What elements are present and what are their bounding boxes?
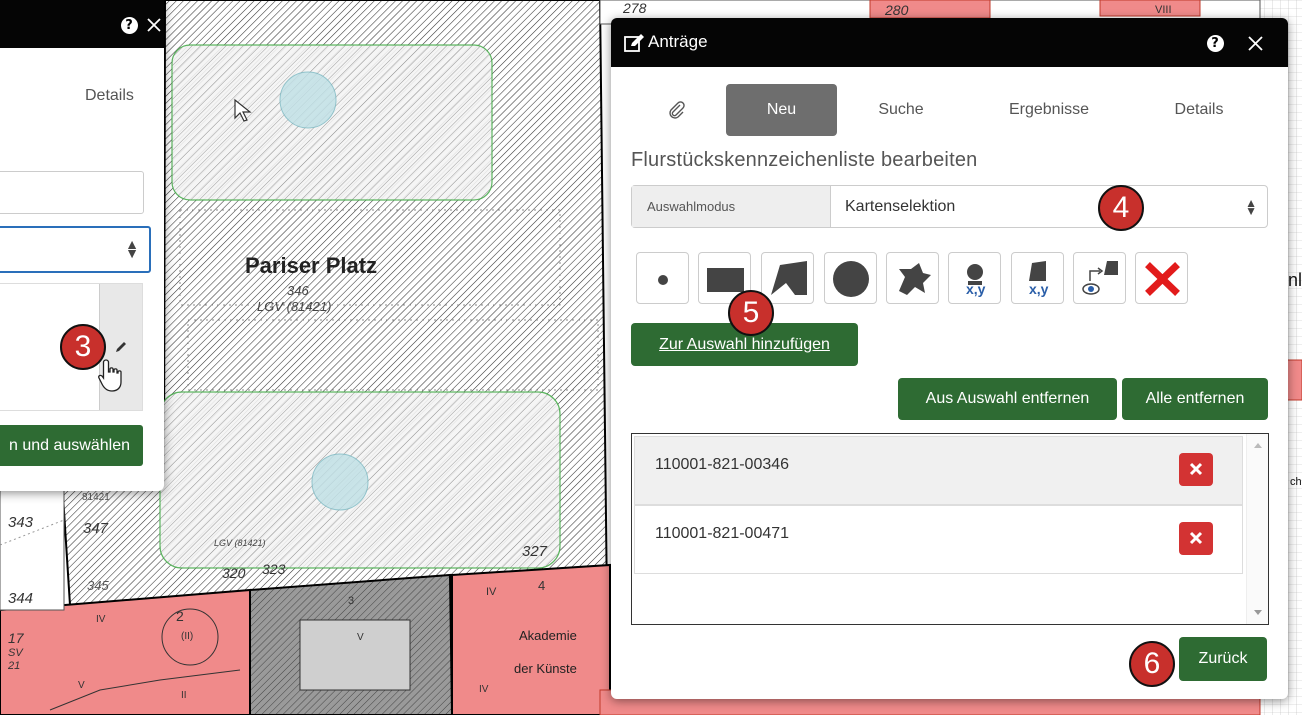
remove-item-button[interactable] (1179, 522, 1213, 555)
scroll-down-icon[interactable] (1254, 610, 1262, 615)
map-label-mark-iv: IV (96, 614, 106, 625)
map-label-viii: VIII (1155, 4, 1172, 16)
remove-icon (1189, 462, 1203, 476)
map-label-343: 343 (8, 514, 34, 531)
paperclip-icon (669, 101, 685, 119)
back-button[interactable]: Zurück (1179, 637, 1267, 681)
selection-mode-select[interactable]: Auswahlmodus Kartenselektion ▲ ▼ (631, 185, 1268, 228)
select-arrows-icon: ▲ ▼ (125, 236, 139, 261)
left-panel: ? Details ▲ ▼ n und auswählen (0, 0, 164, 491)
map-label-mark-v: V (78, 680, 85, 691)
help-icon[interactable]: ? (1203, 31, 1227, 55)
dialog-header: Anträge ? (611, 18, 1288, 67)
tab-suche[interactable]: Suche (861, 84, 941, 136)
tab-ergebnisse[interactable]: Ergebnisse (989, 84, 1109, 136)
selection-mode-value: Kartenselektion (845, 198, 956, 215)
step-marker-6: 6 (1129, 641, 1175, 687)
draw-freehand-button[interactable] (886, 252, 939, 304)
map-label-81421: 81421 (82, 492, 110, 503)
dialog-tabs: Neu Suche Ergebnisse Details (611, 84, 1288, 136)
select-and-choose-button[interactable]: n und auswählen (0, 425, 143, 466)
mouse-pointer-icon (234, 98, 252, 122)
pencil-note-icon (624, 34, 644, 52)
map-label-347: 347 (83, 520, 109, 537)
map-edge-text-sv: SV (8, 647, 23, 659)
view-selection-button[interactable] (1073, 252, 1126, 304)
draw-circle-button[interactable] (824, 252, 877, 304)
tab-details[interactable]: Details (1159, 84, 1239, 136)
selection-mode-label: Auswahlmodus (632, 186, 831, 227)
map-edge-text-nl: nl (1288, 270, 1302, 290)
view-selection-icon (1082, 261, 1118, 295)
map-label-lgv: LGV (81421) (214, 538, 266, 548)
polygon-xy-icon (1029, 261, 1046, 281)
remove-from-selection-button[interactable]: Aus Auswahl entfernen (898, 378, 1117, 420)
map-label-278: 278 (623, 0, 647, 16)
polygon-icon (771, 261, 807, 295)
map-label-building-1: Akademie (519, 628, 577, 643)
tab-attachments[interactable] (651, 84, 703, 136)
map-label-2: 2 (176, 608, 184, 624)
left-select[interactable]: ▲ ▼ (0, 226, 151, 273)
map-edge-text-17: 17 (8, 630, 24, 646)
left-panel-header: ? (0, 0, 164, 48)
clear-selection-button[interactable] (1135, 252, 1188, 304)
scroll-up-icon[interactable] (1254, 443, 1262, 448)
map-label-3: 3 (348, 595, 355, 607)
step-marker-4: 4 (1098, 185, 1144, 231)
map-label-mark-v2: V (357, 632, 364, 643)
map-label-344: 344 (8, 590, 34, 607)
tab-neu[interactable]: Neu (726, 84, 837, 136)
map-label-ref: LGV (81421) (257, 299, 332, 314)
map-label-iv: IV (486, 586, 497, 598)
map-label-building-2: der Künste (514, 661, 577, 676)
clear-selection-icon (1145, 262, 1180, 296)
select-arrows-icon: ▲ ▼ (1245, 196, 1257, 218)
point-icon (658, 275, 668, 285)
list-item[interactable]: 110001-821-00346 (634, 436, 1243, 505)
map-label-4: 4 (538, 578, 546, 593)
point-coordinates-button[interactable]: x,y (948, 252, 1001, 304)
tool-xy-label-2: x,y (1029, 281, 1049, 297)
hand-cursor-icon (98, 359, 122, 392)
draw-polygon-button[interactable] (761, 252, 814, 304)
point-xy-icon (967, 264, 983, 285)
list-item[interactable]: 110001-821-00471 (634, 505, 1243, 574)
tab-details-left[interactable]: Details (85, 87, 145, 105)
remove-icon (1189, 531, 1203, 545)
map-label-320: 320 (222, 565, 246, 581)
edit-icon (116, 342, 126, 352)
map-label-345: 345 (87, 578, 109, 593)
list-scrollbar[interactable] (1246, 434, 1268, 624)
map-label-323: 323 (262, 561, 286, 577)
map-edge-text-ch: ch (1290, 476, 1302, 488)
map-label-mark-ii-circle: (II) (181, 631, 194, 642)
map-label-parcel: 346 (287, 283, 309, 298)
parcel-id: 110001-821-00471 (655, 525, 790, 542)
map-label-327: 327 (522, 543, 548, 560)
map-label-place: Pariser Platz (245, 253, 378, 278)
map-label-mark-ii: II (181, 690, 187, 701)
help-icon[interactable]: ? (117, 13, 141, 37)
close-icon[interactable] (1243, 31, 1267, 55)
step-marker-5: 5 (728, 290, 774, 336)
circle-icon (833, 261, 869, 297)
remove-all-button[interactable]: Alle entfernen (1122, 378, 1268, 420)
close-icon[interactable] (142, 13, 164, 37)
map-edge-text-21: 21 (8, 660, 21, 672)
map-label-280: 280 (885, 2, 909, 18)
map-label-mark-iv2: IV (479, 684, 489, 695)
section-heading: Flurstückskennzeichenliste bearbeiten (631, 149, 978, 171)
antraege-dialog: Anträge ? Neu Suche Ergebnisse Details F… (611, 18, 1288, 699)
parcel-list[interactable]: 110001-821-00346 110001-821-00471 (631, 433, 1269, 625)
polygon-coordinates-button[interactable]: x,y (1011, 252, 1064, 304)
remove-item-button[interactable] (1179, 453, 1213, 486)
left-text-input[interactable] (0, 171, 144, 214)
dialog-title: Anträge (648, 32, 708, 51)
tool-xy-label: x,y (966, 281, 986, 297)
parcel-id: 110001-821-00346 (655, 456, 790, 473)
freehand-icon (899, 263, 931, 295)
draw-point-button[interactable] (636, 252, 689, 304)
